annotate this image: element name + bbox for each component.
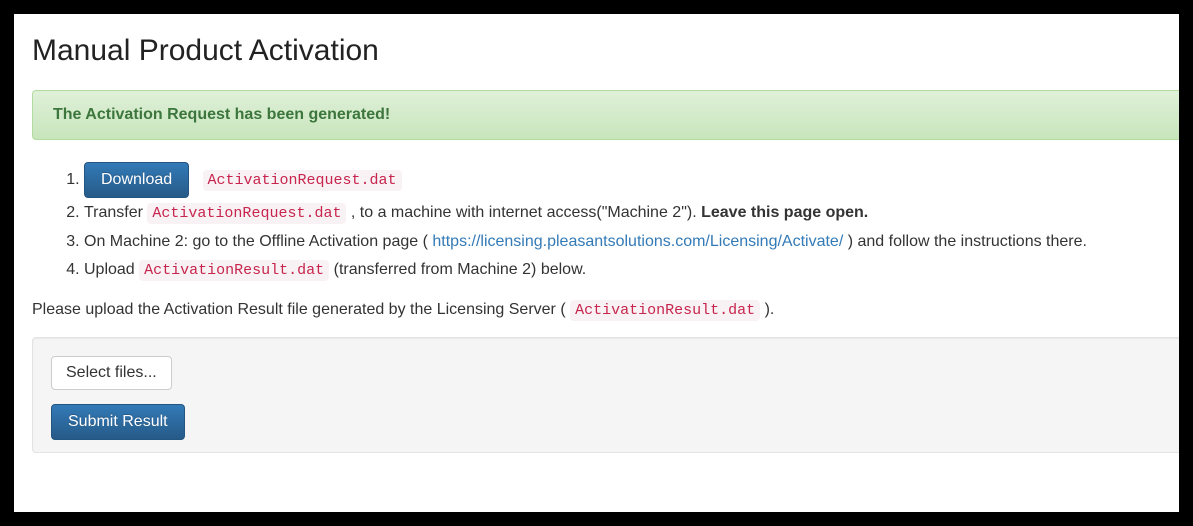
activation-result-file-label: ActivationResult.dat xyxy=(570,300,760,321)
upload-intro-suffix: ). xyxy=(765,301,775,318)
step4-suffix: (transferred from Machine 2) below. xyxy=(334,261,587,278)
step-1: Download ActivationRequest.dat xyxy=(84,162,1179,198)
submit-result-button[interactable]: Submit Result xyxy=(51,404,185,440)
upload-area: Select files... Submit Result xyxy=(32,337,1179,453)
step-4: Upload ActivationResult.dat (transferred… xyxy=(84,256,1179,284)
step4-prefix: Upload xyxy=(84,261,139,278)
download-button[interactable]: Download xyxy=(84,162,189,198)
step-2: Transfer ActivationRequest.dat , to a ma… xyxy=(84,199,1179,227)
upload-intro-prefix: Please upload the Activation Result file… xyxy=(32,301,570,318)
step3-suffix: ) and follow the instructions there. xyxy=(848,233,1087,250)
step3-prefix: On Machine 2: go to the Offline Activati… xyxy=(84,233,428,250)
alert-success: The Activation Request has been generate… xyxy=(32,90,1179,140)
step2-mid: , to a machine with internet access("Mac… xyxy=(351,204,701,221)
select-files-button[interactable]: Select files... xyxy=(51,356,172,390)
activation-result-file-inline: ActivationResult.dat xyxy=(139,260,329,281)
page-title: Manual Product Activation xyxy=(32,34,1179,68)
upload-instruction: Please upload the Activation Result file… xyxy=(32,301,1179,319)
activation-url-link[interactable]: https://licensing.pleasantsolutions.com/… xyxy=(432,233,843,250)
step2-prefix: Transfer xyxy=(84,204,147,221)
activation-request-file: ActivationRequest.dat xyxy=(203,170,402,191)
step2-bold: Leave this page open. xyxy=(701,204,868,221)
step-3: On Machine 2: go to the Offline Activati… xyxy=(84,228,1179,255)
instruction-list: Download ActivationRequest.dat Transfer … xyxy=(32,162,1179,283)
main-panel: Manual Product Activation The Activation… xyxy=(14,14,1179,512)
activation-request-file-inline: ActivationRequest.dat xyxy=(147,203,346,224)
